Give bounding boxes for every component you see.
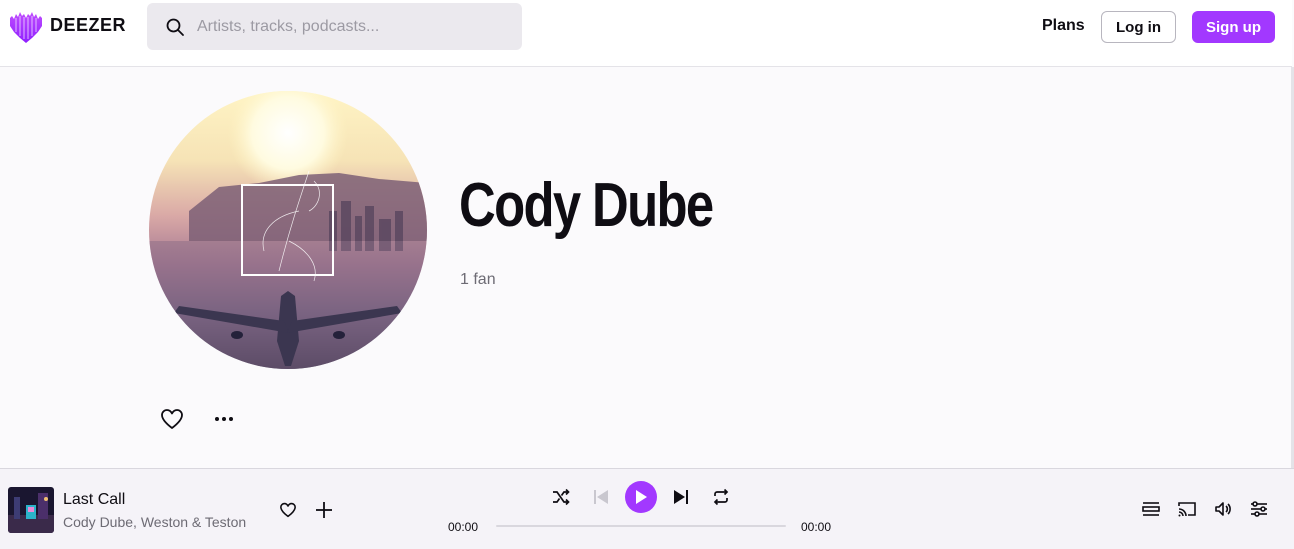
- volume-button[interactable]: [1212, 498, 1234, 520]
- cast-icon: [1178, 502, 1196, 517]
- progress-bar[interactable]: [496, 525, 786, 527]
- fan-count: 1 fan: [460, 271, 496, 288]
- track-title[interactable]: Last Call: [63, 491, 125, 509]
- favorite-track-button[interactable]: [277, 499, 299, 521]
- logo-wordmark: DEEZER: [50, 14, 127, 35]
- time-elapsed: 00:00: [448, 520, 479, 534]
- track-cover[interactable]: [8, 487, 54, 533]
- play-icon: [636, 490, 647, 504]
- track-artists[interactable]: Cody Dube, Weston & Teston: [63, 514, 246, 530]
- shuffle-icon: [553, 488, 570, 506]
- settings-sliders-icon: [1251, 501, 1267, 517]
- shuffle-button[interactable]: [550, 486, 572, 508]
- repeat-icon: [713, 488, 729, 506]
- previous-button[interactable]: [590, 486, 612, 508]
- more-icon: [215, 417, 233, 421]
- volume-icon: [1215, 502, 1231, 516]
- favorite-artist-button[interactable]: [158, 405, 186, 433]
- plus-icon: [316, 502, 332, 518]
- repeat-button[interactable]: [710, 486, 732, 508]
- equalizer-settings-button[interactable]: [1248, 498, 1270, 520]
- play-button[interactable]: [625, 481, 657, 513]
- cast-button[interactable]: [1176, 498, 1198, 520]
- heart-icon: [280, 502, 296, 518]
- signup-button[interactable]: Sign up: [1192, 11, 1275, 43]
- search-icon: [166, 18, 184, 36]
- deezer-heart-icon: [10, 12, 42, 43]
- login-button[interactable]: Log in: [1101, 11, 1176, 43]
- deezer-logo[interactable]: DEEZER: [8, 8, 126, 44]
- more-options-button[interactable]: [210, 405, 238, 433]
- time-total: 00:00: [801, 520, 832, 534]
- search-bar[interactable]: [147, 3, 522, 50]
- plans-link[interactable]: Plans: [1042, 17, 1085, 35]
- queue-icon: [1142, 502, 1160, 516]
- skip-next-icon: [674, 490, 688, 504]
- search-input[interactable]: [197, 17, 497, 36]
- player-bar: Last Call Cody Dube, Weston & Teston 00:…: [0, 468, 1294, 549]
- skip-previous-icon: [594, 490, 608, 504]
- artist-photo: [149, 91, 427, 369]
- add-to-playlist-button[interactable]: [313, 499, 335, 521]
- heart-icon: [161, 409, 183, 429]
- top-header: DEEZER Plans Log in Sign up: [0, 0, 1292, 67]
- artist-name: Cody Dube: [459, 171, 714, 240]
- queue-button[interactable]: [1140, 498, 1162, 520]
- next-button[interactable]: [670, 486, 692, 508]
